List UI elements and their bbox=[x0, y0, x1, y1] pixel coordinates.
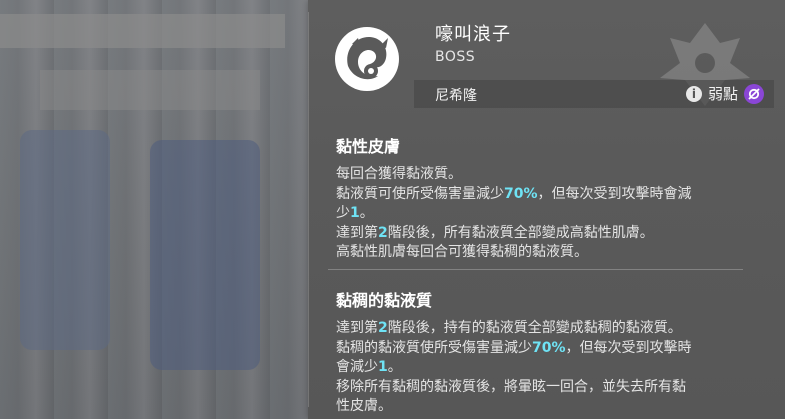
game-background bbox=[0, 0, 310, 419]
skill-section: 黏性皮膚 每回合獲得黏液質。 黏液質可使所受傷害量減少70%，但每次受到攻擊時會… bbox=[336, 133, 743, 263]
highlight-value: 1 bbox=[378, 359, 388, 375]
background-top-bar bbox=[0, 14, 285, 48]
boss-header: 嚎叫浪子 BOSS 尼希隆 i 弱點 bbox=[328, 18, 774, 110]
weakness-group[interactable]: i 弱點 bbox=[685, 83, 764, 104]
boss-info-bar: 尼希隆 i 弱點 bbox=[414, 80, 774, 108]
skill-title: 黏性皮膚 bbox=[336, 137, 401, 156]
skill-line: 會減少1。 bbox=[336, 359, 402, 375]
boss-info-panel: 嚎叫浪子 BOSS 尼希隆 i 弱點 黏性皮膚 每回合獲得黏液質。 黏液質可使所… bbox=[308, 0, 785, 419]
skill-description: 達到第2階段後，持有的黏液質全部變成黏稠的黏液質。 黏稠的黏液質使所受傷害量減少… bbox=[336, 319, 743, 417]
skill-line: 達到第2階段後，所有黏液質全部變成高黏性肌膚。 bbox=[336, 224, 654, 241]
skill-description: 每回合獲得黏液質。 黏液質可使所受傷害量減少70%，但每次受到攻擊時會減 少1。… bbox=[336, 165, 743, 263]
highlight-value: 70% bbox=[504, 185, 538, 202]
skill-title: 黏稠的黏液質 bbox=[336, 291, 433, 310]
weakness-label: 弱點 bbox=[707, 85, 738, 103]
skill-line: 黏液質可使所受傷害量減少70%，但每次受到攻擊時會減 bbox=[336, 185, 692, 202]
skill-line: 少1。 bbox=[336, 205, 374, 221]
panel-divider bbox=[308, 12, 309, 407]
skill-section: 黏稠的黏液質 達到第2階段後，持有的黏液質全部變成黏稠的黏液質。 黏稠的黏液質使… bbox=[336, 287, 743, 417]
highlight-value: 1 bbox=[350, 205, 360, 221]
boss-name: 嚎叫浪子 bbox=[435, 24, 511, 45]
boss-rank: BOSS bbox=[435, 49, 476, 65]
boss-element-name: 尼希隆 bbox=[435, 88, 477, 104]
skill-line: 每回合獲得黏液質。 bbox=[336, 166, 462, 182]
weakness-element-icon[interactable] bbox=[744, 83, 764, 104]
highlight-value: 2 bbox=[378, 224, 388, 241]
highlight-value: 2 bbox=[378, 320, 388, 336]
highlight-value: 70% bbox=[532, 339, 566, 356]
info-icon[interactable]: i bbox=[685, 85, 702, 102]
section-divider bbox=[328, 269, 743, 270]
skill-line: 移除所有黏稠的黏液質後，將暈眩一回合，並失去所有黏 bbox=[336, 378, 686, 395]
skill-line: 高黏性肌膚每回合可獲得黏稠的黏液質。 bbox=[336, 244, 588, 260]
skill-line: 黏稠的黏液質使所受傷害量減少70%，但每次受到攻擊時 bbox=[336, 339, 692, 356]
background-shape bbox=[20, 130, 110, 350]
skill-line: 性皮膚。 bbox=[336, 398, 392, 414]
boss-emblem-icon bbox=[335, 27, 399, 91]
background-shape bbox=[150, 140, 260, 370]
skill-line: 達到第2階段後，持有的黏液質全部變成黏稠的黏液質。 bbox=[336, 320, 682, 336]
background-shape bbox=[40, 70, 260, 110]
